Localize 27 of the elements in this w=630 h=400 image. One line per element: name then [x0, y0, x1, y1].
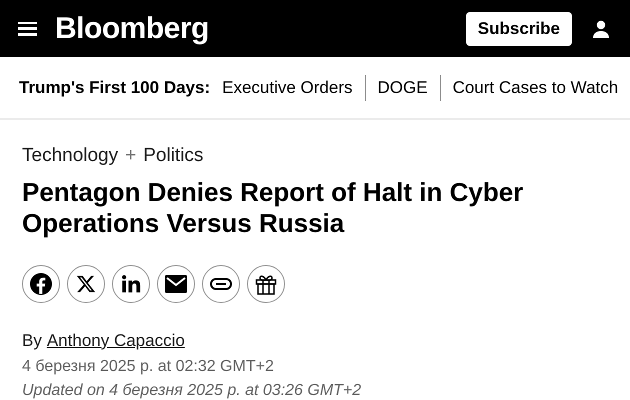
updated-date: Updated on 4 березня 2025 р. at 03:26 GMT+2 — [22, 381, 362, 400]
share-button[interactable] — [67, 264, 105, 302]
category-link[interactable]: Technology — [22, 142, 118, 170]
share-button[interactable] — [247, 264, 285, 302]
byline-prefix: By — [22, 330, 42, 352]
plus-separator: + — [125, 144, 136, 168]
user-icon[interactable] — [592, 20, 610, 38]
headline: Pentagon Denies Report of Halt in Cyber Operations Versus Russia — [22, 176, 524, 238]
author-link[interactable]: Anthony Capaccio — [46, 328, 185, 353]
envelope-icon — [164, 274, 188, 294]
menu-icon[interactable] — [18, 20, 37, 36]
category-link[interactable]: Politics — [143, 142, 204, 170]
nav-link[interactable]: DOGE — [378, 74, 428, 100]
facebook-icon — [29, 272, 53, 296]
nav-link[interactable]: Executive Orders — [222, 74, 353, 100]
share-button[interactable] — [157, 264, 195, 302]
subscribe-button[interactable]: Subscribe — [466, 12, 572, 46]
logo[interactable]: Bloomberg — [55, 6, 209, 51]
link-icon — [210, 278, 232, 290]
share-button[interactable] — [202, 264, 240, 302]
nav-link[interactable]: Court Cases to Watch — [452, 74, 618, 100]
linkedin-icon — [121, 274, 141, 294]
share-button[interactable] — [112, 264, 150, 302]
share-button[interactable] — [22, 264, 60, 302]
nav-label: Trump's First 100 Days: — [19, 76, 210, 99]
published-date: 4 березня 2025 р. at 02:32 GMT+2 — [22, 357, 275, 377]
x-logo-icon — [76, 274, 96, 294]
